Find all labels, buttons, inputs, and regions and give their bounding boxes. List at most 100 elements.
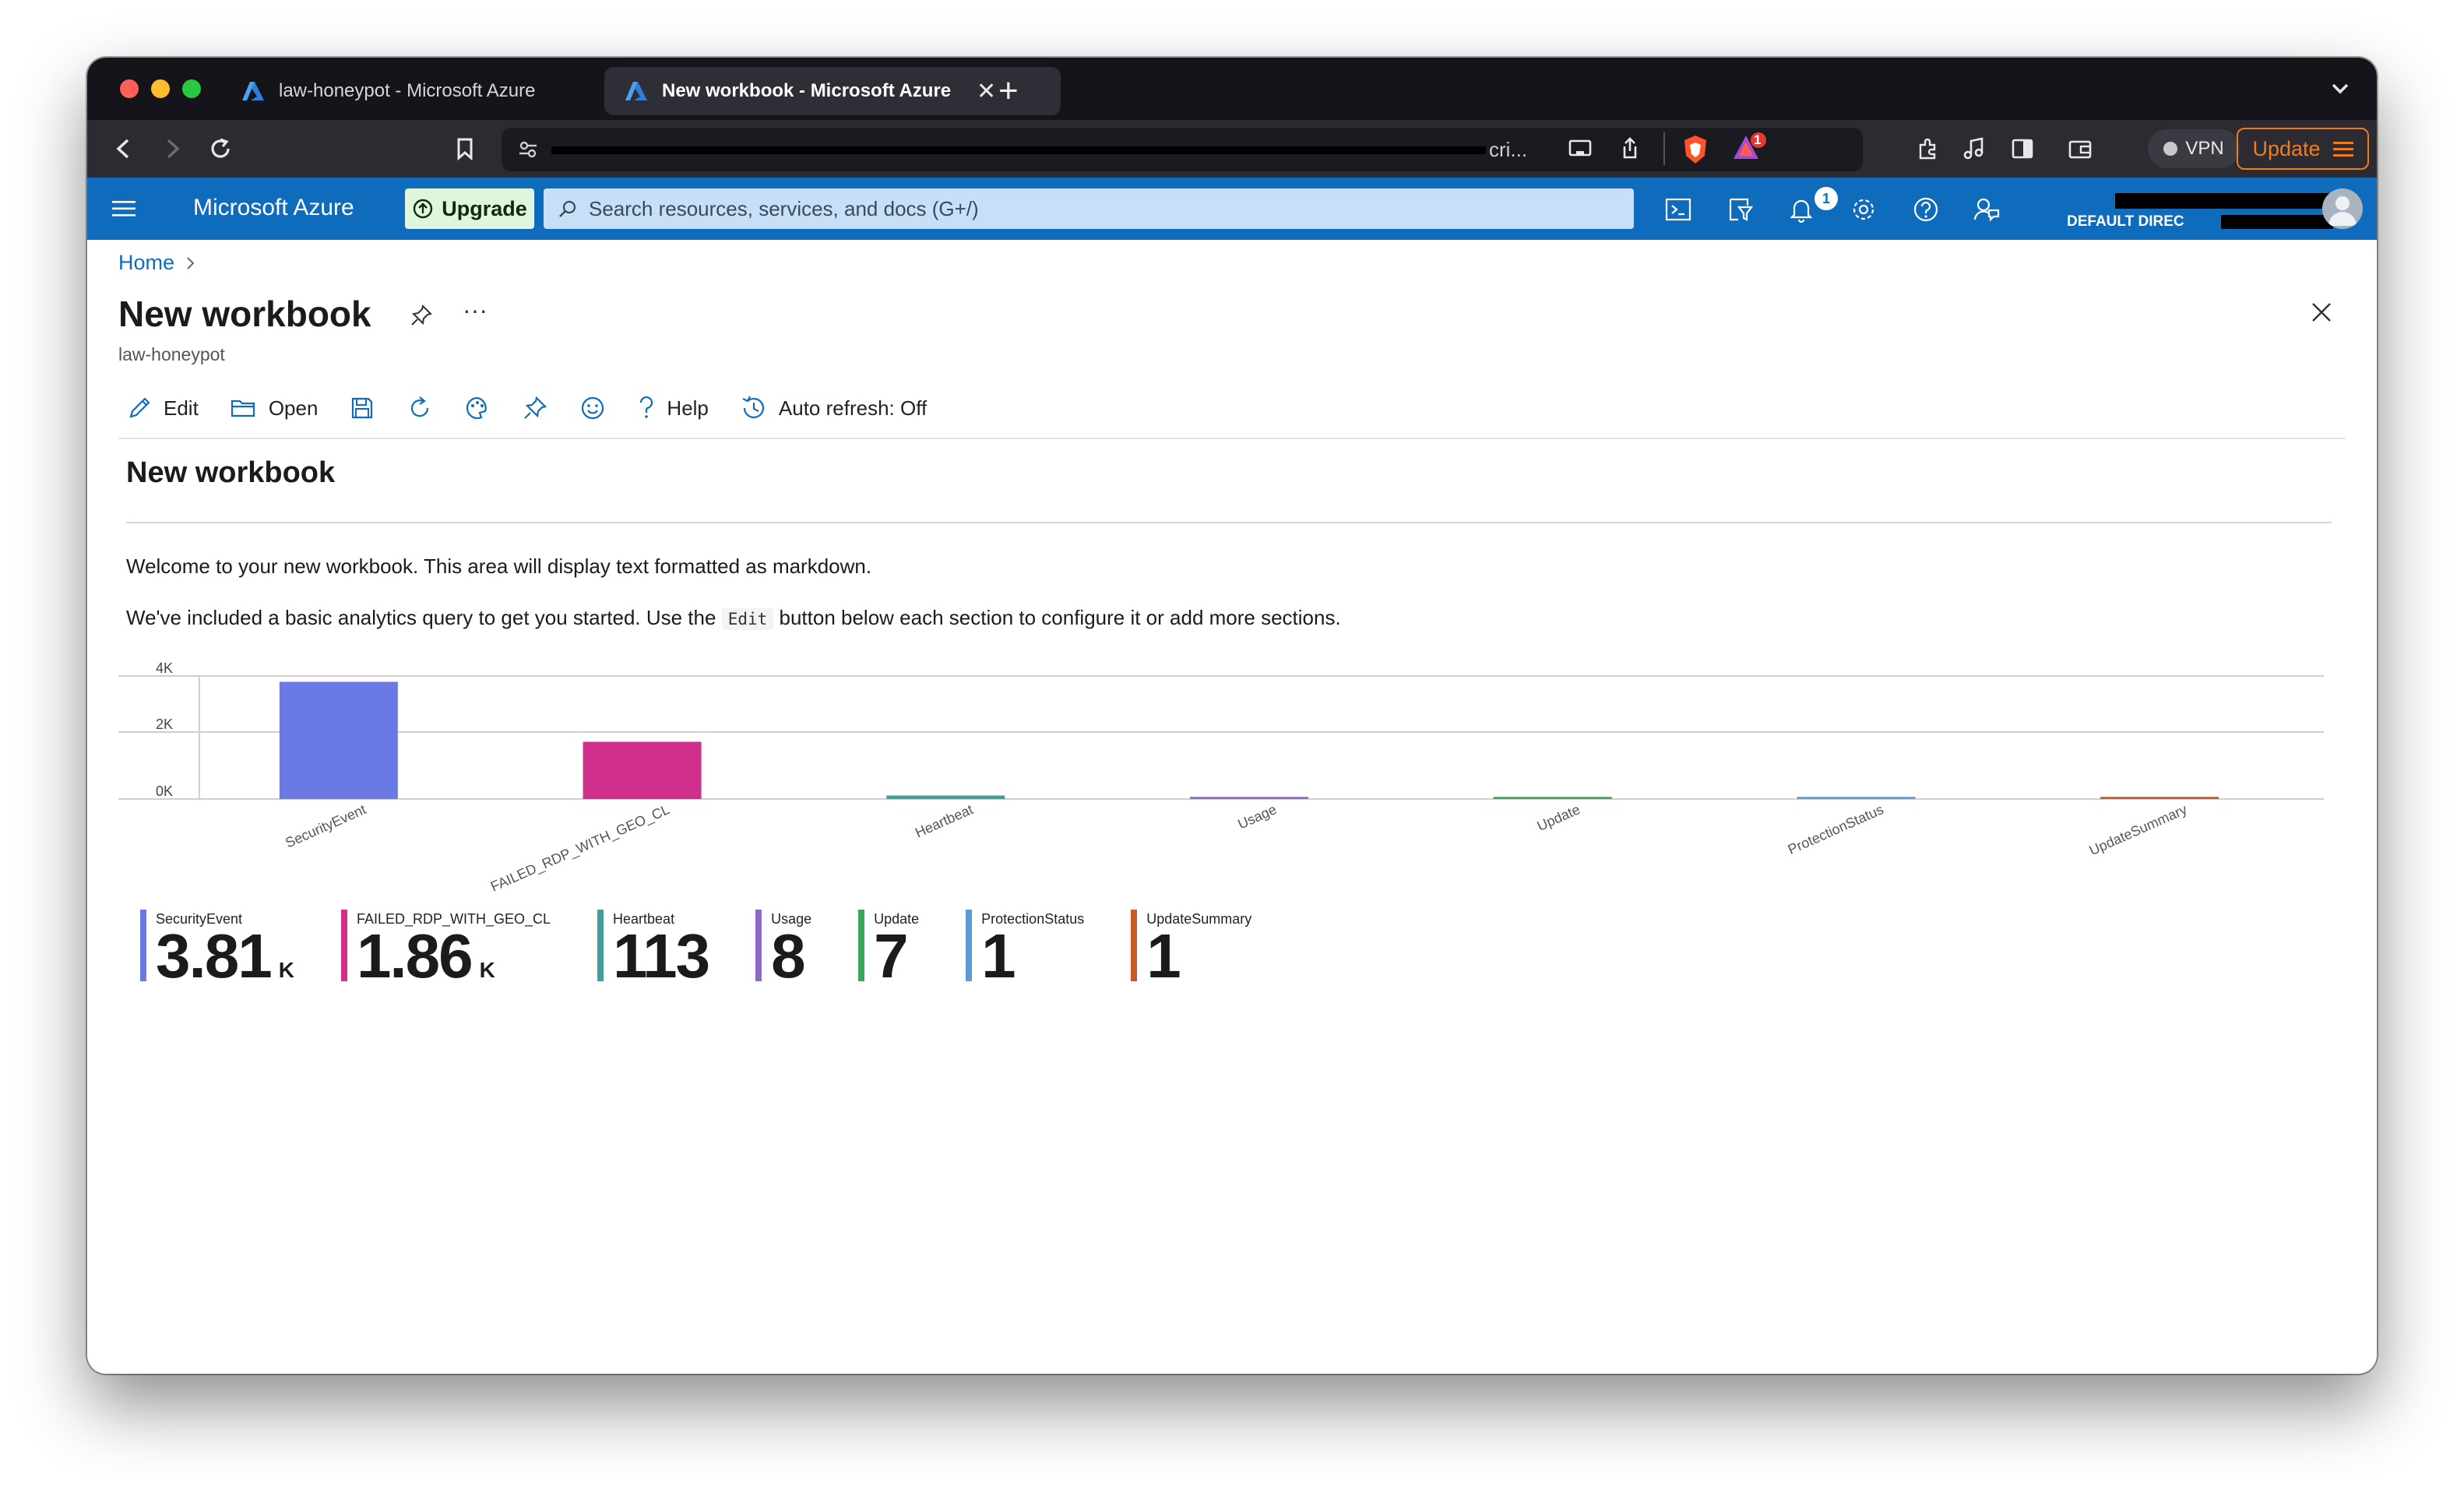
open-button[interactable]: Open	[230, 395, 318, 421]
browser-window: law-honeypot - Microsoft Azure New workb…	[87, 58, 2377, 1374]
brave-shield-icon[interactable]	[1681, 134, 1710, 165]
bar-chart: 4K 2K 0K SecurityEvent FAILED_RDP_WITH_GEO_C…	[118, 660, 2324, 896]
pin-to-dashboard-button[interactable]	[522, 395, 548, 421]
tile-color-bar	[340, 910, 347, 981]
extensions-icon[interactable]	[1913, 134, 1942, 164]
metric-tile[interactable]: FAILED_RDP_WITH_GEO_CL 1.86 K	[340, 910, 551, 987]
close-window-button[interactable]	[120, 79, 139, 98]
tile-value: 7	[874, 921, 908, 991]
portal-menu-icon[interactable]	[112, 198, 136, 220]
metric-tile[interactable]: Heartbeat 113	[597, 910, 710, 987]
chevron-down-icon[interactable]	[2327, 75, 2353, 101]
auto-refresh-button[interactable]: Auto refresh: Off	[740, 394, 927, 422]
forward-icon[interactable]	[157, 134, 187, 164]
tile-value: 113	[613, 921, 710, 991]
azure-logo-icon	[625, 82, 647, 100]
back-icon[interactable]	[109, 134, 139, 164]
new-tab-button[interactable]: +	[998, 72, 1019, 111]
metric-tile[interactable]: SecurityEvent 3.81 K	[140, 910, 294, 987]
notifications-bell-icon[interactable]	[1786, 195, 1816, 224]
zoom-window-button[interactable]	[182, 79, 201, 98]
smiley-icon	[582, 396, 604, 420]
browser-update-button[interactable]: Update	[2237, 128, 2369, 170]
tile-value-line: 113	[613, 925, 710, 987]
bar-usage	[1190, 797, 1308, 799]
metric-tile[interactable]: Update 7	[858, 910, 919, 987]
azure-top-bar: Microsoft Azure Upgrade Search resources…	[87, 178, 2377, 240]
media-icon[interactable]	[1959, 134, 1989, 164]
x-tick-label: Usage	[1236, 801, 1280, 832]
site-settings-icon[interactable]	[517, 139, 539, 160]
x-tick-label: Heartbeat	[913, 801, 975, 840]
pin-icon[interactable]	[410, 304, 433, 327]
breadcrumb-home-link[interactable]: Home	[118, 251, 174, 275]
more-options-button[interactable]: ···	[463, 296, 488, 325]
tab-title: law-honeypot - Microsoft Azure	[279, 80, 536, 101]
save-icon	[352, 397, 373, 419]
metric-tile[interactable]: UpdateSummary 1	[1131, 910, 1251, 987]
close-tab-icon[interactable]: ✕	[977, 78, 996, 105]
metric-tile[interactable]: ProtectionStatus 1	[966, 910, 1084, 987]
feedback-button[interactable]	[579, 395, 606, 421]
edit-label: Edit	[164, 396, 199, 420]
bookmark-icon[interactable]	[450, 134, 480, 164]
notification-count-badge: 1	[1815, 187, 1838, 210]
tile-body: UpdateSummary 1	[1146, 910, 1251, 987]
reload-icon[interactable]	[206, 134, 235, 164]
bar-failed_rdp_with_geo_cl	[583, 741, 702, 799]
tiles-row: SecurityEvent 3.81 K FAILED_RDP_WITH_GEO_CL…	[140, 910, 1298, 987]
browser-tab-law-honeypot[interactable]: law-honeypot - Microsoft Azure	[221, 67, 590, 115]
cast-icon[interactable]	[1565, 134, 1595, 164]
cloud-shell-icon[interactable]	[1663, 195, 1693, 224]
bar-protectionstatus	[1797, 797, 1916, 799]
tab-strip: law-honeypot - Microsoft Azure New workb…	[87, 58, 2377, 120]
brave-rewards-icon[interactable]	[1732, 131, 1768, 165]
browser-tab-new-workbook[interactable]: New workbook - Microsoft Azure ✕	[604, 67, 1061, 115]
paragraph-text: button below each section to configure i…	[779, 606, 1341, 629]
directory-filter-icon[interactable]	[1726, 195, 1755, 224]
bar-updatesummary	[2100, 797, 2219, 799]
save-button[interactable]	[349, 395, 375, 421]
workbook-heading: New workbook	[126, 456, 336, 489]
tile-value: 3.81	[156, 921, 273, 991]
customize-button[interactable]	[464, 395, 491, 421]
edit-button[interactable]: Edit	[126, 395, 199, 421]
tile-color-bar	[1131, 910, 1138, 981]
tile-value-line: 1	[981, 925, 1084, 987]
vpn-button[interactable]: VPN	[2148, 129, 2240, 168]
question-mark-icon	[640, 396, 653, 418]
url-field[interactable]: cri...	[502, 128, 1863, 171]
metric-tile[interactable]: Usage 8	[755, 910, 811, 987]
avatar[interactable]	[2322, 188, 2363, 229]
heading-rule	[126, 522, 2332, 523]
upgrade-arrow-icon	[414, 199, 433, 219]
wallet-icon[interactable]	[2065, 134, 2095, 164]
feedback-icon[interactable]	[1972, 195, 2001, 224]
url-tail-text: cri...	[1489, 137, 1528, 161]
toolbar-divider	[1663, 132, 1665, 165]
help-button[interactable]: Help	[637, 395, 709, 421]
vpn-label: VPN	[2185, 138, 2224, 159]
help-icon[interactable]	[1911, 195, 1941, 224]
settings-gear-icon[interactable]	[1849, 195, 1878, 224]
refresh-button[interactable]	[407, 395, 433, 421]
x-tick-label: ProtectionStatus	[1786, 801, 1886, 857]
help-label: Help	[667, 396, 709, 420]
clock-refresh-icon	[742, 396, 764, 418]
azure-brand-link[interactable]: Microsoft Azure	[193, 195, 354, 221]
minimize-window-button[interactable]	[151, 79, 170, 98]
directory-label: DEFAULT DIREC	[2067, 213, 2184, 230]
sidebar-icon[interactable]	[2008, 134, 2037, 164]
markdown-paragraph: Welcome to your new workbook. This area …	[126, 554, 872, 578]
upgrade-button[interactable]: Upgrade	[405, 188, 534, 229]
share-icon[interactable]	[1615, 134, 1645, 164]
global-search-input[interactable]: Search resources, services, and docs (G+…	[544, 188, 1634, 229]
pencil-icon	[129, 397, 150, 418]
x-tick-label: FAILED_RDP_WITH_GEO_CL	[488, 801, 672, 895]
workbook-toolbar: Edit Open Help Auto refresh: Off	[126, 388, 958, 428]
tile-color-bar	[858, 910, 865, 981]
bar-heartbeat	[886, 795, 1005, 799]
close-blade-icon[interactable]	[2310, 301, 2333, 324]
user-avatar-icon	[2328, 196, 2357, 226]
palette-icon	[466, 396, 488, 420]
